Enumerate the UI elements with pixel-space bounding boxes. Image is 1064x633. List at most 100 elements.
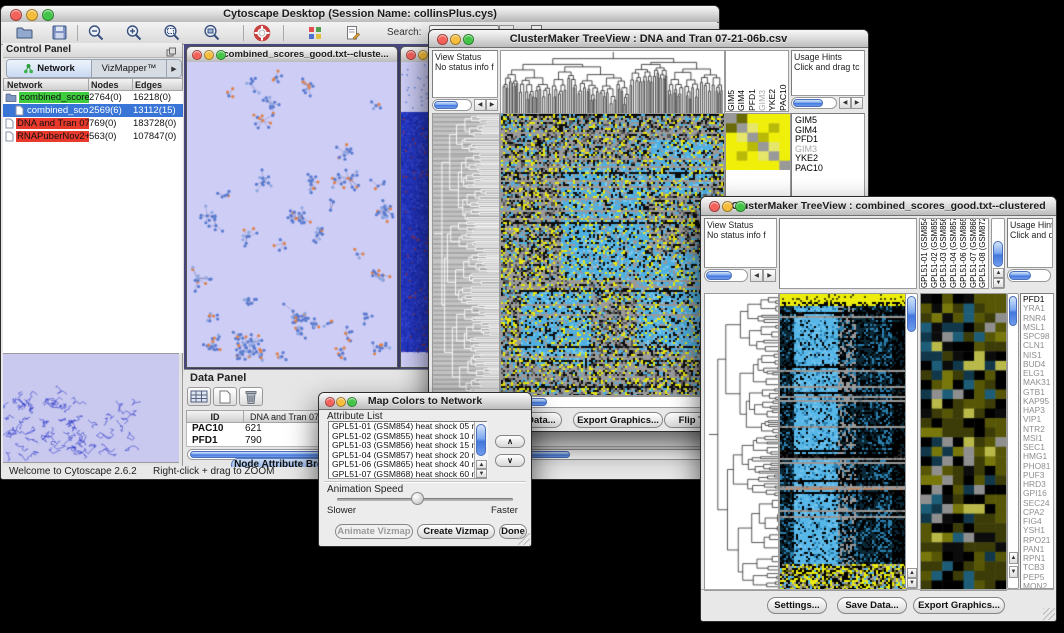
scrollbar-thumb[interactable]: [907, 296, 916, 332]
animate-vizmap-button[interactable]: Animate Vizmap: [335, 524, 413, 539]
treeview1-titlebar[interactable]: ClusterMaker TreeView : DNA and Tran 07-…: [429, 30, 868, 48]
select-attributes-icon[interactable]: [187, 387, 211, 406]
tv2-row-dendrogram-canvas[interactable]: [704, 293, 779, 591]
tv1-column-labels[interactable]: GIM5GIM4PFD1GIM3YKE2PAC10: [725, 50, 789, 112]
scroll-left-icon[interactable]: ◀: [474, 99, 486, 111]
scroll-right-icon[interactable]: ▶: [851, 97, 863, 109]
tv1-column-dendrogram-canvas[interactable]: [500, 50, 725, 114]
scroll-left-icon[interactable]: ◀: [839, 97, 851, 109]
network-row[interactable]: DNA and Tran 07 769(0) 183728(0): [3, 117, 183, 130]
scroll-down-icon[interactable]: ▼: [1009, 566, 1018, 578]
close-icon[interactable]: [437, 34, 448, 45]
settings-button[interactable]: Settings...: [767, 597, 827, 614]
minimize-icon[interactable]: [722, 201, 733, 212]
attribute-list-vscrollbar[interactable]: ▲ ▼: [474, 422, 488, 478]
export-graphics-button[interactable]: Export Graphics...: [573, 412, 663, 428]
map-colors-titlebar[interactable]: Map Colors to Network: [319, 393, 531, 410]
tv1-zoom-heatmap-canvas[interactable]: [725, 113, 791, 171]
new-attribute-icon[interactable]: [213, 387, 237, 406]
close-icon[interactable]: [192, 50, 202, 60]
scroll-down-icon[interactable]: ▼: [993, 278, 1004, 288]
tv2-usage-scrollbar[interactable]: [1007, 269, 1053, 283]
move-up-button[interactable]: ∧: [495, 435, 525, 448]
tv2-gene-list-vscrollbar[interactable]: ▲ ▼: [1007, 293, 1019, 589]
attribute-list-item[interactable]: GPL51-07 (GSM868) heat shock 60 min: [329, 470, 486, 479]
plugin-grid-icon[interactable]: [307, 25, 323, 46]
tab-vizmapper[interactable]: VizMapper™: [92, 60, 166, 77]
export-graphics-button[interactable]: Export Graphics...: [913, 597, 1005, 614]
resize-grip[interactable]: [1043, 608, 1055, 620]
tab-network[interactable]: Network: [7, 60, 92, 77]
network-row-selected[interactable]: combined_sco 2569(6) 13112(15): [3, 104, 183, 117]
maximize-icon[interactable]: [463, 34, 474, 45]
animation-speed-slider[interactable]: [337, 498, 513, 501]
tv1-usage-scrollbar[interactable]: ◀ ▶: [791, 97, 865, 110]
treeview2-titlebar[interactable]: ClusterMaker TreeView : combined_scores_…: [701, 197, 1056, 216]
slider-thumb[interactable]: [411, 492, 424, 505]
close-icon[interactable]: [406, 50, 416, 60]
tv2-zoom-heatmap-canvas[interactable]: [920, 293, 1007, 591]
maximize-icon[interactable]: [735, 201, 746, 212]
network-view-canvas[interactable]: [187, 62, 397, 367]
minimize-icon[interactable]: [26, 9, 38, 21]
attribute-list-item[interactable]: GPL51-02 (GSM855) heat shock 10 min: [329, 432, 486, 442]
scroll-up-icon[interactable]: ▲: [1009, 552, 1018, 564]
tab-overflow-button[interactable]: ▶: [166, 60, 181, 77]
close-icon[interactable]: [709, 201, 720, 212]
tv2-heatmap-vscrollbar[interactable]: ▲ ▼: [905, 293, 918, 589]
attribute-list-item[interactable]: GPL51-03 (GSM856) heat shock 15 min: [329, 441, 486, 451]
scrollbar-thumb[interactable]: [706, 271, 732, 280]
birdseye-overview-canvas[interactable]: [3, 353, 179, 463]
maximize-icon[interactable]: [347, 397, 357, 407]
network-row[interactable]: RNAPuberNov2+ 563(0) 107847(0): [3, 130, 183, 143]
scroll-up-icon[interactable]: ▲: [476, 460, 487, 469]
scroll-down-icon[interactable]: ▼: [907, 578, 917, 588]
attribute-list-item[interactable]: GPL51-01 (GSM854) heat shock 05 min: [329, 422, 486, 432]
tv2-column-labels-vscrollbar[interactable]: ▲ ▼: [991, 218, 1005, 289]
scroll-up-icon[interactable]: ▲: [907, 568, 917, 578]
save-data-button[interactable]: Save Data...: [837, 597, 907, 614]
scroll-left-icon[interactable]: ◀: [750, 269, 763, 282]
minimize-icon[interactable]: [336, 397, 346, 407]
maximize-icon[interactable]: [42, 9, 54, 21]
cytoscape-titlebar[interactable]: Cytoscape Desktop (Session Name: collins…: [1, 6, 719, 23]
tv1-view-status-scrollbar[interactable]: ◀ ▶: [432, 99, 498, 112]
scrollbar-thumb[interactable]: [1009, 296, 1017, 326]
minimize-icon[interactable]: [450, 34, 461, 45]
tv2-global-heatmap-canvas[interactable]: [779, 293, 907, 591]
tv2-gene-labels[interactable]: PFD1YRA1RNR4MSL1SPC98CLN1NIS1BUD4ELG1MAK…: [1020, 293, 1054, 589]
column-header-nodes[interactable]: Nodes: [89, 78, 133, 91]
scroll-right-icon[interactable]: ▶: [763, 269, 776, 282]
close-icon[interactable]: [10, 9, 22, 21]
close-icon[interactable]: [325, 397, 335, 407]
tv2-column-labels[interactable]: GPL51-01 (GSM854)GPL51-02 (GSM855)GPL51-…: [919, 218, 989, 289]
minimize-icon[interactable]: [418, 50, 428, 60]
tv1-global-heatmap-canvas[interactable]: [500, 113, 725, 396]
column-header-network[interactable]: Network: [3, 78, 89, 91]
tv1-heatmap-hscrollbar[interactable]: [500, 396, 723, 408]
network-row[interactable]: combined_scores 2764(0) 16218(0): [3, 91, 183, 104]
scroll-right-icon[interactable]: ▶: [486, 99, 498, 111]
column-header-id[interactable]: ID: [186, 410, 244, 423]
resize-grip[interactable]: [518, 533, 530, 545]
network-view-titlebar[interactable]: combined_scores_good.txt--cluste...: [187, 47, 397, 63]
scroll-down-icon[interactable]: ▼: [476, 469, 487, 478]
column-header-edges[interactable]: Edges: [133, 78, 183, 91]
tv2-view-status-scrollbar[interactable]: ◀ ▶: [704, 269, 777, 283]
tv1-row-dendrogram-canvas[interactable]: [432, 113, 500, 396]
annotation-icon[interactable]: [345, 25, 361, 46]
scrollbar-thumb[interactable]: [476, 424, 486, 456]
delete-attribute-trash-icon[interactable]: [239, 387, 263, 406]
create-vizmap-button[interactable]: Create Vizmap: [417, 524, 495, 539]
scrollbar-thumb[interactable]: [434, 101, 458, 109]
maximize-icon[interactable]: [216, 50, 226, 60]
move-down-button[interactable]: ∨: [495, 454, 525, 467]
scroll-up-icon[interactable]: ▲: [993, 268, 1004, 278]
scrollbar-thumb[interactable]: [793, 99, 823, 107]
attribute-list-item[interactable]: GPL51-06 (GSM865) heat shock 40 min: [329, 460, 486, 470]
scrollbar-thumb[interactable]: [993, 241, 1003, 267]
scrollbar-thumb[interactable]: [1009, 271, 1031, 280]
attribute-list[interactable]: GPL51-01 (GSM854) heat shock 05 minGPL51…: [328, 421, 487, 479]
minimize-icon[interactable]: [204, 50, 214, 60]
attribute-list-item[interactable]: GPL51-04 (GSM857) heat shock 20 min: [329, 451, 486, 461]
